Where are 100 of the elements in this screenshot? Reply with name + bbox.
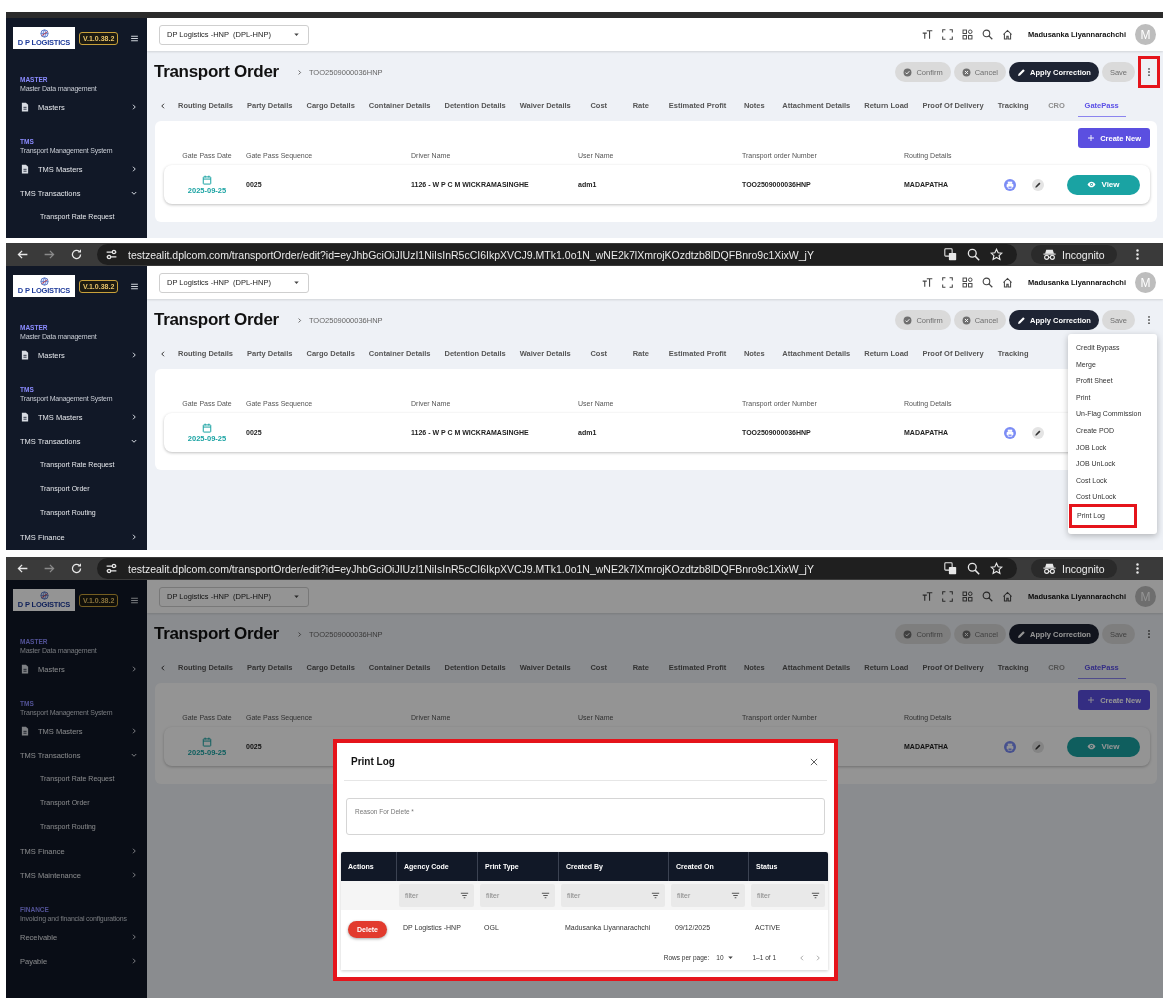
chevron-right-icon	[130, 351, 138, 359]
close-circle-icon	[961, 629, 971, 639]
filter-icon[interactable]	[460, 891, 469, 900]
text-size-icon[interactable]	[922, 277, 934, 288]
page-title: Transport Order	[154, 62, 279, 82]
bookmark-star-icon[interactable]	[990, 248, 1003, 261]
caret-icon	[292, 592, 301, 601]
document-icon	[20, 664, 30, 674]
dialog-title: Print Log	[351, 756, 395, 767]
url-text: testzealit.dplcom.com/transportOrder/edit?id=eyJhbGciOiJIUzI1NiIsInR5cCI6IkpXVCJ9.MTk1.0o1N_wNE2k7lXmrojKOzdtzb8lDQFBnro9c1XixW_jY	[128, 562, 814, 575]
apps-icon[interactable]	[962, 591, 974, 602]
address-bar[interactable]: testzealit.dplcom.com/transportOrder/edit?id=eyJhbGciOiJIUzI1NiIsInR5cCI6IkpXVCJ9.MTk1.0o1N_wNE2k7lXmrojKOzdtzb8lDQFBnro9c1XixW_jY	[97, 558, 1017, 579]
chevron-right-icon	[130, 533, 138, 541]
address-bar[interactable]: testzealit.dplcom.com/transportOrder/edit?id=eyJhbGciOiJIUzI1NiIsInR5cCI6IkpXVCJ9.MTk1.0o1N_wNE2k7lXmrojKOzdtzb8lDQFBnro9c1XixW_jY	[97, 244, 1017, 265]
scroll-left-icon[interactable]	[159, 102, 167, 110]
profile-button[interactable]: Incognito	[1031, 559, 1117, 578]
profile-button[interactable]: Incognito	[1031, 245, 1117, 264]
caret-icon	[725, 953, 735, 962]
forward-icon[interactable]	[43, 248, 56, 261]
reload-icon[interactable]	[70, 562, 83, 575]
print-icon[interactable]	[1003, 740, 1016, 753]
fullscreen-icon[interactable]	[942, 277, 954, 288]
fullscreen-icon[interactable]	[942, 591, 954, 602]
fullscreen-icon[interactable]	[942, 29, 954, 40]
check-circle-icon	[903, 315, 913, 325]
chevron-right-icon	[130, 957, 138, 965]
chevron-right-icon	[130, 165, 138, 173]
calendar-icon	[202, 174, 212, 185]
zoom-icon[interactable]	[967, 562, 980, 575]
print-icon[interactable]	[1003, 178, 1016, 191]
chevron-down-icon	[130, 437, 138, 445]
chevron-down-icon	[130, 189, 138, 197]
plus-icon	[1087, 134, 1096, 142]
chevron-right-icon	[130, 871, 138, 879]
close-circle-icon	[961, 67, 971, 77]
chevron-right-icon	[130, 413, 138, 421]
print-icon[interactable]	[1003, 426, 1016, 439]
globe-icon	[39, 277, 49, 286]
home-icon[interactable]	[1002, 277, 1014, 288]
close-circle-icon	[961, 315, 971, 325]
bookmark-star-icon[interactable]	[990, 562, 1003, 575]
chevron-right-icon	[130, 727, 138, 735]
document-icon	[20, 412, 30, 422]
translate-icon[interactable]	[944, 248, 957, 261]
calendar-icon	[202, 736, 212, 747]
plus-icon	[1087, 696, 1096, 704]
document-icon	[20, 726, 30, 736]
url-text: testzealit.dplcom.com/transportOrder/edit?id=eyJhbGciOiJIUzI1NiIsInR5cCI6IkpXVCJ9.MTk1.0o1N_wNE2k7lXmrojKOzdtzb8lDQFBnro9c1XixW_jY	[128, 248, 814, 261]
check-circle-icon	[903, 67, 913, 77]
check-circle-icon	[903, 629, 913, 639]
pencil-icon	[1017, 67, 1027, 77]
back-icon[interactable]	[16, 248, 29, 261]
chevron-right-icon	[130, 933, 138, 941]
forward-icon[interactable]	[43, 562, 56, 575]
edit-icon[interactable]	[1032, 426, 1044, 439]
apps-icon[interactable]	[962, 277, 974, 288]
search-icon[interactable]	[982, 277, 994, 288]
pencil-icon	[1017, 629, 1027, 639]
caret-icon	[292, 278, 301, 287]
globe-icon	[39, 29, 49, 38]
page-title: Transport Order	[154, 624, 279, 644]
chevron-right-icon	[130, 103, 138, 111]
home-icon[interactable]	[1002, 29, 1014, 40]
scroll-left-icon[interactable]	[159, 664, 167, 672]
chevron-right-icon	[130, 665, 138, 673]
globe-icon	[39, 591, 49, 600]
menu-icon[interactable]	[130, 281, 139, 291]
filter-icon[interactable]	[651, 891, 660, 900]
search-icon[interactable]	[982, 29, 994, 40]
document-icon	[20, 164, 30, 174]
translate-icon[interactable]	[944, 562, 957, 575]
chevron-down-icon	[130, 751, 138, 759]
back-icon[interactable]	[16, 562, 29, 575]
page-title: Transport Order	[154, 310, 279, 330]
apps-icon[interactable]	[962, 29, 974, 40]
edit-icon[interactable]	[1032, 740, 1044, 753]
site-settings-icon[interactable]	[105, 248, 118, 261]
eye-icon	[1087, 180, 1097, 189]
filter-icon[interactable]	[541, 891, 550, 900]
text-size-icon[interactable]	[922, 591, 934, 602]
scroll-left-icon[interactable]	[159, 350, 167, 358]
site-settings-icon[interactable]	[105, 562, 118, 575]
more-button[interactable]	[1138, 56, 1160, 88]
filter-icon[interactable]	[811, 891, 820, 900]
filter-icon[interactable]	[731, 891, 740, 900]
zoom-icon[interactable]	[967, 248, 980, 261]
reload-icon[interactable]	[70, 248, 83, 261]
text-size-icon[interactable]	[922, 29, 934, 40]
pencil-icon	[1017, 315, 1027, 325]
incognito-icon	[1043, 248, 1056, 261]
edit-icon[interactable]	[1032, 178, 1044, 191]
caret-icon	[292, 30, 301, 39]
document-icon	[20, 350, 30, 360]
menu-icon[interactable]	[130, 33, 139, 43]
eye-icon	[1087, 742, 1097, 751]
close-icon[interactable]	[809, 756, 819, 767]
home-icon[interactable]	[1002, 591, 1014, 602]
calendar-icon	[202, 422, 212, 433]
chevron-right-icon	[130, 847, 138, 855]
search-icon[interactable]	[982, 591, 994, 602]
